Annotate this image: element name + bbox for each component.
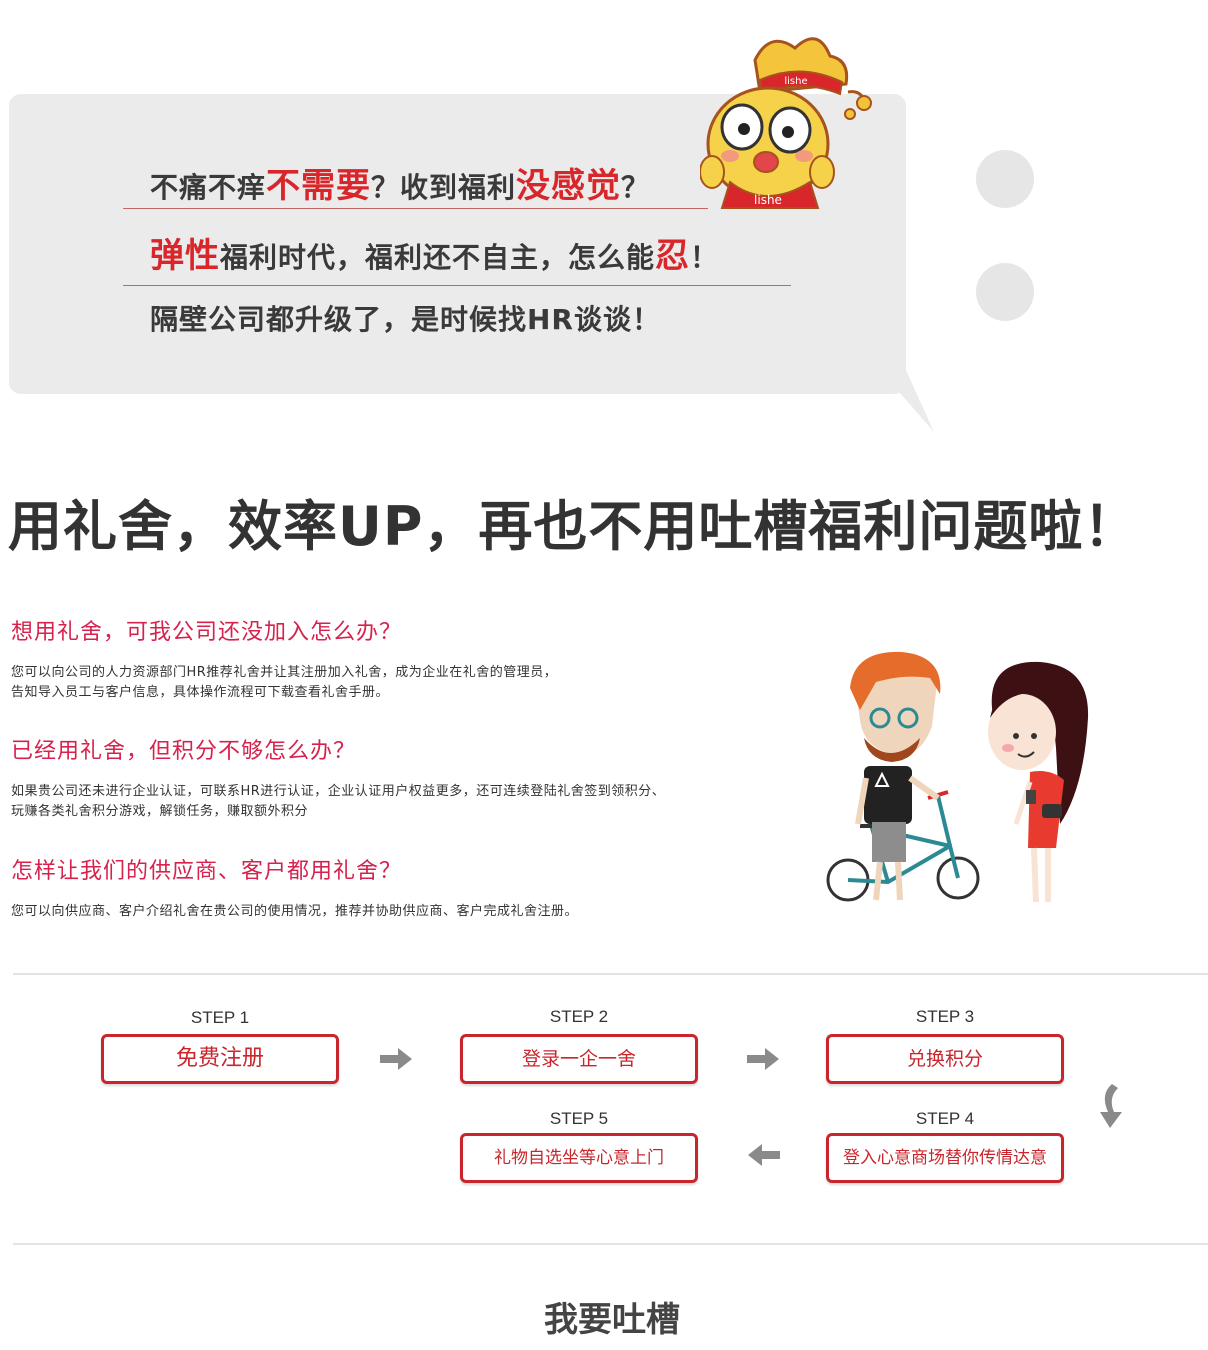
decor-dot	[976, 263, 1034, 321]
curved-arrow-down-icon	[1100, 1084, 1122, 1128]
banner-line2-segment-0: 弹性	[150, 236, 220, 276]
step-4-gift-mall-button[interactable]: 登入心意商场替你传情达意	[826, 1133, 1064, 1183]
lishe-mascot-illustration: lishe lishe	[700, 37, 872, 209]
man-figure	[850, 651, 941, 901]
divider	[123, 285, 791, 286]
faq-answer-line: 如果贵公司还未进行企业认证，可联系HR进行认证，企业认证用户权益更多，还可连续登…	[11, 784, 666, 799]
speech-bubble-tail	[880, 370, 934, 432]
step-1-label: STEP 1	[190, 1008, 250, 1027]
faq-answer: 您可以向供应商、客户介绍礼舍在贵公司的使用情况，推荐并协助供应商、客户完成礼舍注…	[11, 902, 578, 922]
section-divider	[13, 973, 1208, 975]
faq-answer-line: 您可以向供应商、客户介绍礼舍在贵公司的使用情况，推荐并协助供应商、客户完成礼舍注…	[11, 904, 579, 919]
banner-line1-segment-1: 不需要	[266, 166, 372, 206]
banner-line1-segment-4: ？	[621, 171, 651, 204]
arrow-right-icon	[747, 1048, 779, 1070]
faq-answer-line: 玩赚各类礼舍积分游戏，解锁任务，赚取额外积分	[11, 804, 309, 819]
step-5-gift-delivery-button[interactable]: 礼物自选坐等心意上门	[460, 1133, 698, 1183]
svg-text:lishe: lishe	[784, 76, 807, 87]
arrow-left-icon	[748, 1144, 780, 1166]
section-divider	[13, 1243, 1208, 1245]
banner-line-1: 不痛不痒不需要？收到福利没感觉？	[150, 158, 650, 207]
step-3-exchange-points-button[interactable]: 兑换积分	[826, 1034, 1064, 1084]
arrow-right-icon	[380, 1048, 412, 1070]
faq-question: 怎样让我们的供应商、客户都用礼舍？	[11, 859, 403, 884]
banner-line1-segment-2: ？收到福利	[371, 171, 517, 204]
decor-dot	[976, 150, 1034, 208]
step-3-label: STEP 3	[915, 1007, 975, 1026]
step-2-label: STEP 2	[549, 1007, 609, 1026]
step-5-label: STEP 5	[549, 1109, 609, 1128]
step-1-register-button[interactable]: 免费注册	[101, 1034, 339, 1084]
banner-line2-segment-2: 忍	[655, 236, 691, 276]
banner-line1-segment-0: 不痛不痒	[150, 171, 267, 204]
divider	[123, 208, 708, 209]
couple-bicycle-illustration	[826, 651, 1089, 903]
faq-answer-line: 您可以向公司的人力资源部门HR推荐礼舍并让其注册加入礼舍，成为企业在礼舍的管理员…	[11, 665, 558, 680]
faq-question: 已经用礼舍，但积分不够怎么办？	[11, 739, 357, 764]
faq-question: 想用礼舍，可我公司还没加入怎么办？	[11, 620, 403, 645]
banner-line-2: 弹性福利时代，福利还不自主，怎么能忍！	[150, 228, 719, 277]
complain-section-title: 我要吐槽	[544, 1300, 680, 1340]
faq-answer-line: 告知导入员工与客户信息，具体操作流程可下载查看礼舍手册。	[11, 685, 390, 700]
banner-line2-segment-3: ！	[690, 241, 720, 274]
faq-answer: 您可以向公司的人力资源部门HR推荐礼舍并让其注册加入礼舍，成为企业在礼舍的管理员…	[11, 663, 557, 703]
faq-answer: 如果贵公司还未进行企业认证，可联系HR进行认证，企业认证用户权益更多，还可连续登…	[11, 782, 665, 822]
page-headline: 用礼舍，效率UP，再也不用吐槽福利问题啦！	[8, 495, 1139, 558]
step-4-label: STEP 4	[915, 1109, 975, 1128]
svg-text:lishe: lishe	[754, 193, 782, 207]
banner-line2-segment-1: 福利时代，福利还不自主，怎么能	[220, 241, 656, 274]
step-2-login-button[interactable]: 登录一企一舍	[460, 1034, 698, 1084]
banner-line-3: 隔壁公司都升级了，是时候找HR谈谈！	[150, 303, 661, 336]
banner-line1-segment-3: 没感觉	[516, 166, 622, 206]
woman-figure	[988, 661, 1089, 903]
